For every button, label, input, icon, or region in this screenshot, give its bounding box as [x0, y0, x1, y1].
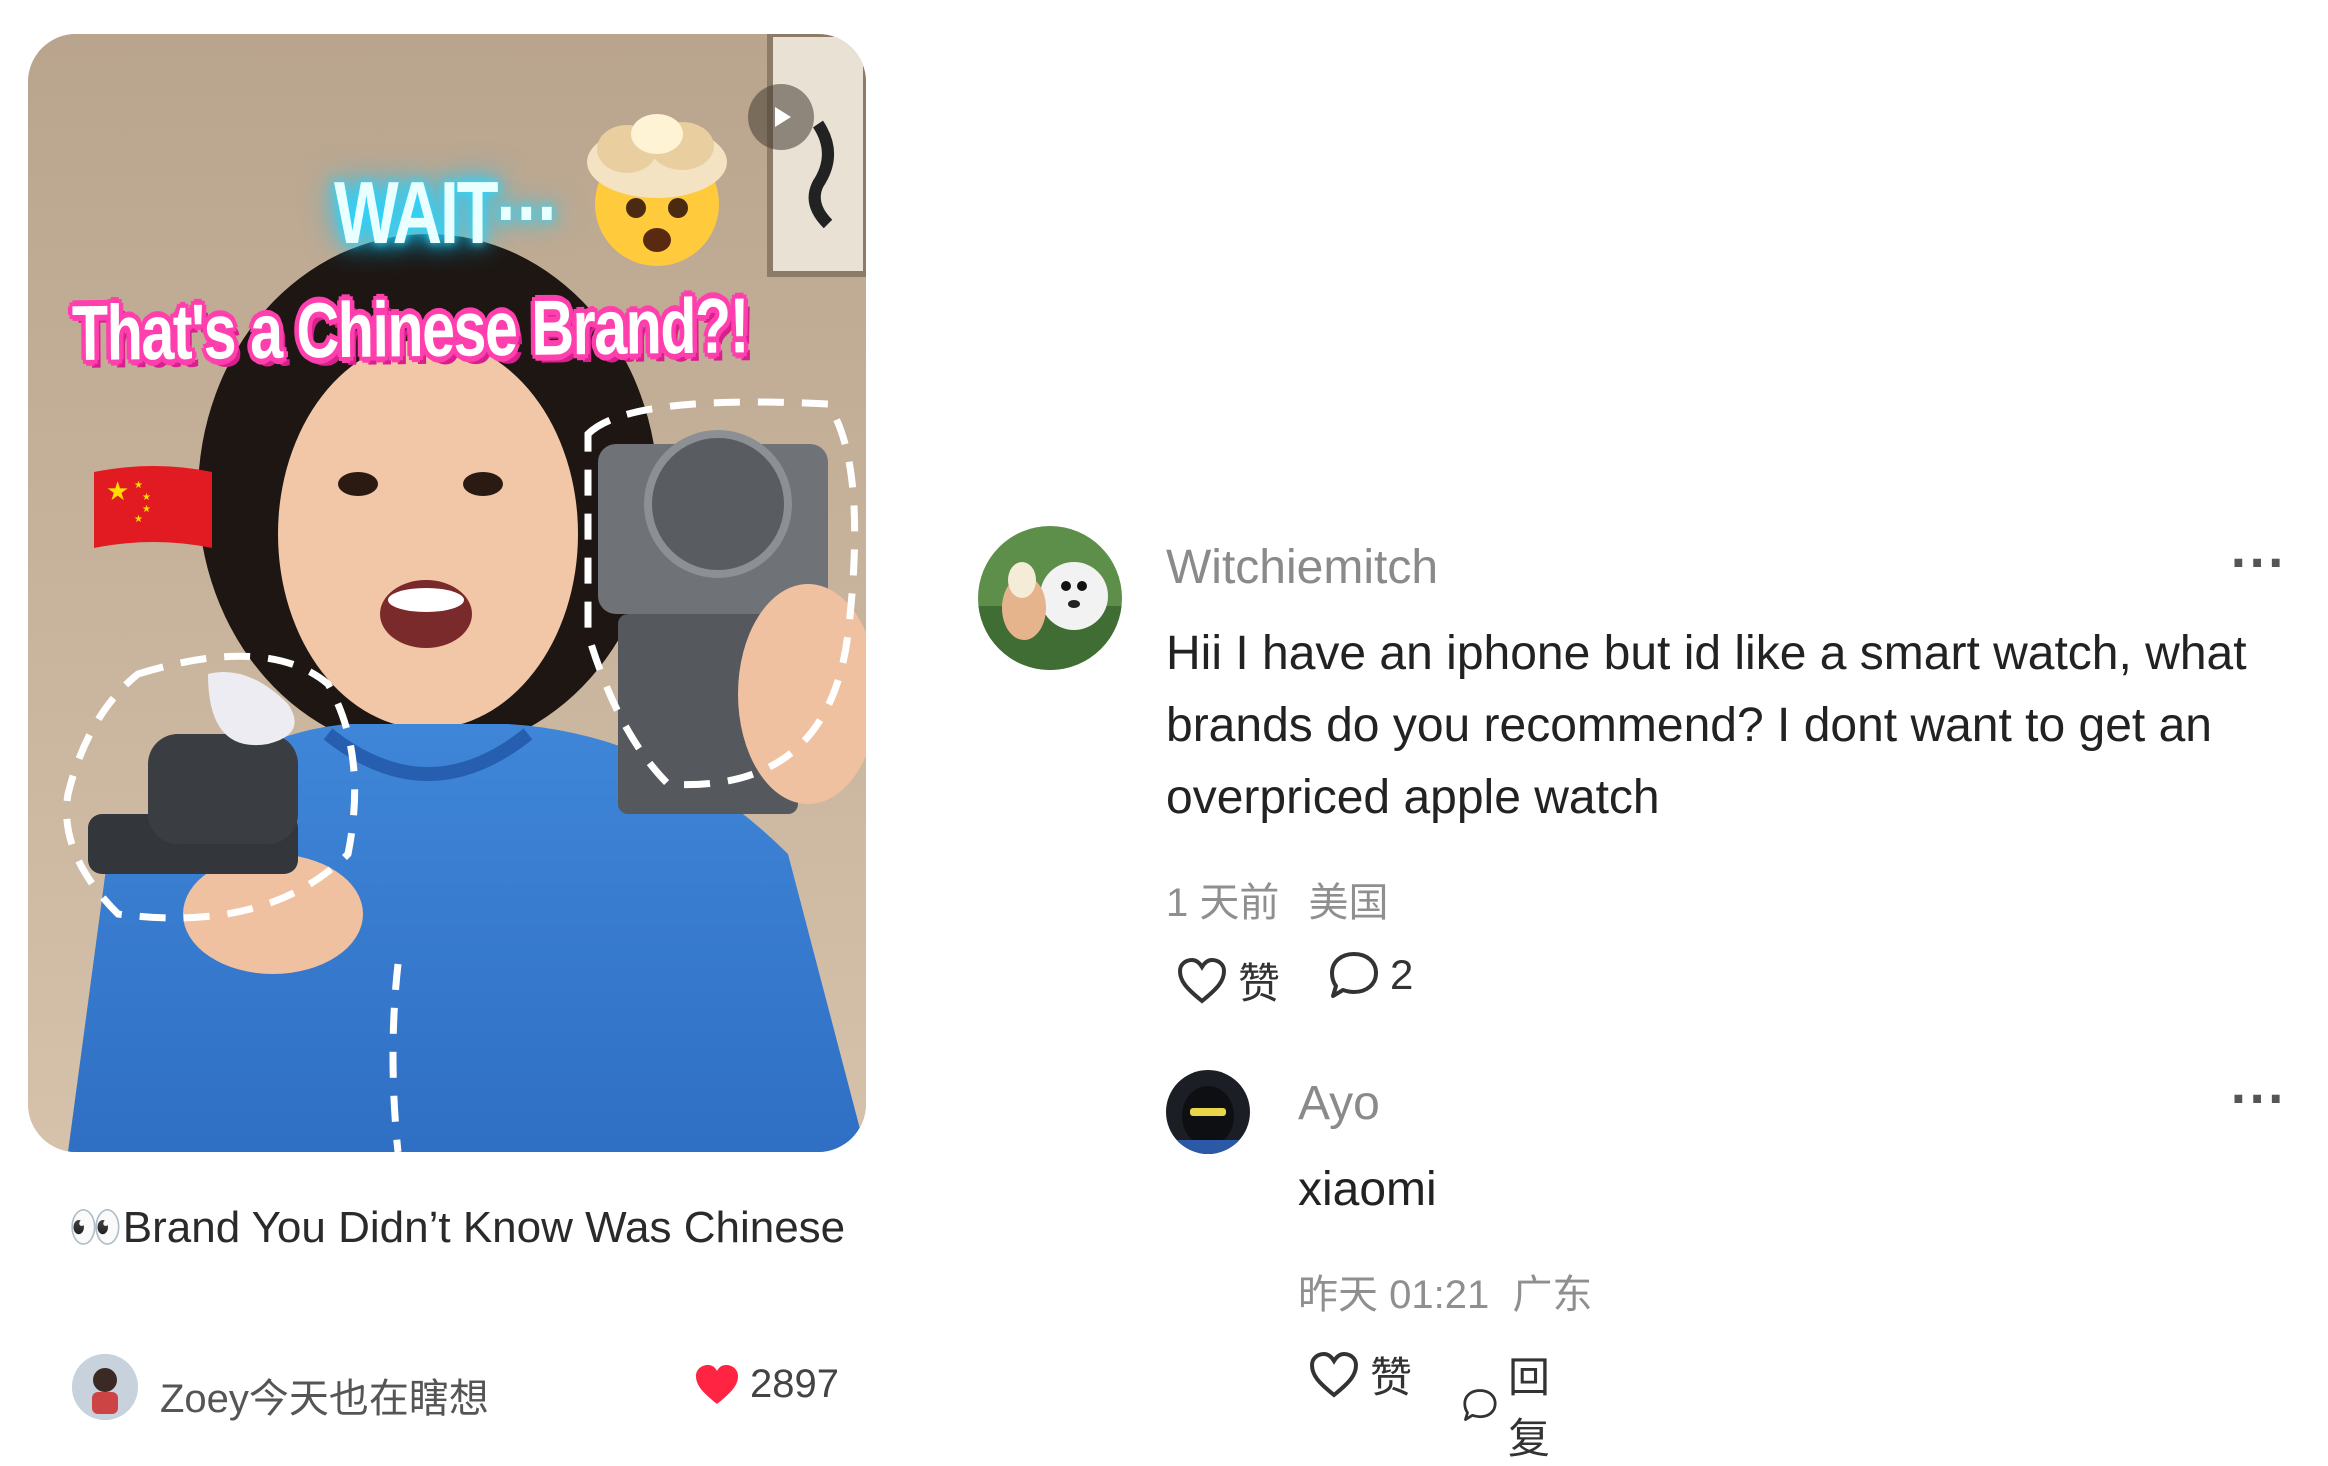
more-options-button[interactable]: ···	[2230, 538, 2286, 589]
like-label: 赞	[1238, 960, 1281, 1007]
heart-outline-icon	[1177, 957, 1227, 1004]
comment-text: Hii I have an iphone but id like a smart…	[1166, 627, 2247, 824]
heart-outline-icon	[1309, 1351, 1359, 1398]
svg-text:★: ★	[106, 477, 129, 507]
like-button[interactable]: 赞	[1308, 1344, 1412, 1405]
reply-meta: 昨天 01:21 广东	[1298, 1262, 1592, 1320]
reply-text: xiaomi	[1298, 1163, 1437, 1216]
reply-location: 广东	[1512, 1273, 1593, 1317]
play-icon[interactable]	[748, 84, 814, 150]
commenter-avatar[interactable]	[978, 526, 1122, 670]
author-row[interactable]: Zoey今天也在瞎想 2897	[72, 1352, 872, 1422]
post-card[interactable]: ★ ★ ★ ★ ★ WAIT··· That's a Chinese Brand…	[28, 34, 868, 1434]
post-title[interactable]: 👀Brand You Didn’t Know Was Chinese	[68, 1194, 868, 1262]
author-name[interactable]: Zoey今天也在瞎想	[160, 1366, 489, 1424]
comment-bubble-icon	[1330, 952, 1378, 998]
comment-location: 美国	[1308, 881, 1389, 925]
comment-meta: 1 天前 美国	[1166, 870, 1388, 928]
reply-count-button[interactable]: 2	[1328, 950, 1413, 1000]
reply-count: 2	[1390, 951, 1414, 998]
like-label: 赞	[1370, 1354, 1413, 1401]
post-likes[interactable]: 2897	[694, 1362, 839, 1407]
replier-name[interactable]: Ayo	[1298, 1076, 1380, 1131]
exploding-head-emoji-icon	[572, 104, 742, 274]
like-button[interactable]: 赞	[1176, 950, 1280, 1011]
commenter-name[interactable]: Witchiemitch	[1166, 540, 1438, 595]
author-avatar[interactable]	[72, 1354, 138, 1420]
svg-text:★: ★	[134, 480, 143, 491]
svg-text:★: ★	[142, 492, 151, 503]
comment-time: 1 天前	[1166, 881, 1280, 925]
reply-button[interactable]: 回复	[1462, 1344, 1566, 1466]
svg-text:★: ★	[142, 504, 151, 515]
overlay-wait-text: WAIT···	[334, 163, 560, 262]
more-options-button[interactable]: ···	[2230, 1074, 2286, 1125]
svg-text:★: ★	[134, 514, 143, 525]
comment-bubble-icon	[1463, 1389, 1497, 1421]
replier-avatar[interactable]	[1166, 1070, 1250, 1154]
overlay-headline: That's a Chinese Brand?!	[71, 281, 749, 377]
post-thumbnail[interactable]: ★ ★ ★ ★ ★ WAIT··· That's a Chinese Brand…	[28, 34, 866, 1152]
likes-count: 2897	[750, 1362, 839, 1406]
reply-label: 回复	[1507, 1354, 1550, 1462]
heart-filled-icon[interactable]	[694, 1364, 740, 1406]
reply-time: 昨天 01:21	[1298, 1273, 1490, 1317]
